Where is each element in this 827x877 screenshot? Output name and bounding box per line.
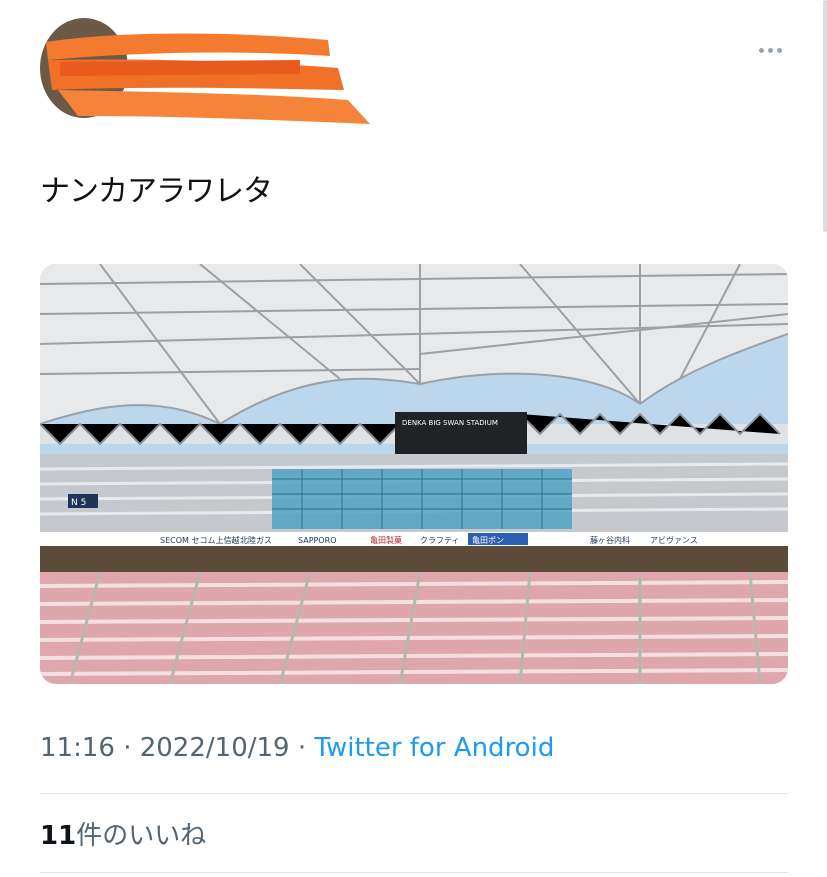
board-label: N 5 xyxy=(71,498,86,508)
tweet-meta: 11:16 · 2022/10/19 · Twitter for Android xyxy=(40,733,554,763)
tweet-source-link[interactable]: Twitter for Android xyxy=(314,733,554,763)
divider xyxy=(40,872,788,873)
ad-banner-3: SAPPORO xyxy=(298,536,337,545)
tweet-text: ナンカアラワレタ xyxy=(40,174,273,209)
likes-count: 11 xyxy=(40,821,77,851)
more-options-icon[interactable] xyxy=(752,40,788,60)
likes-label: 件のいいね xyxy=(76,821,207,851)
divider xyxy=(40,793,788,794)
redaction-scribble xyxy=(46,33,370,124)
scoreboard-text: DENKA BIG SWAN STADIUM xyxy=(402,419,498,427)
ad-banner-7: 藤ヶ谷内科 xyxy=(590,535,630,545)
ad-banner-6: 亀田ポン xyxy=(472,535,504,545)
ad-banner-1: SECOM セコム上信越 xyxy=(160,535,239,545)
scrollbar[interactable] xyxy=(823,0,827,232)
ad-banner-8: アビヴァンス xyxy=(650,535,698,545)
tweet-timestamp: 11:16 · 2022/10/19 · xyxy=(40,733,315,763)
ad-banner-4: 亀田製菓 xyxy=(370,535,402,545)
ad-banner-5: クラフティ xyxy=(420,536,460,545)
tweet-photo[interactable]: DENKA BIG SWAN STADIUM N 5 SECOM セコム上信越 … xyxy=(40,264,788,684)
ad-banner-2: 北陸ガス xyxy=(240,535,272,545)
likes-link[interactable]: 11件のいいね xyxy=(40,815,206,852)
